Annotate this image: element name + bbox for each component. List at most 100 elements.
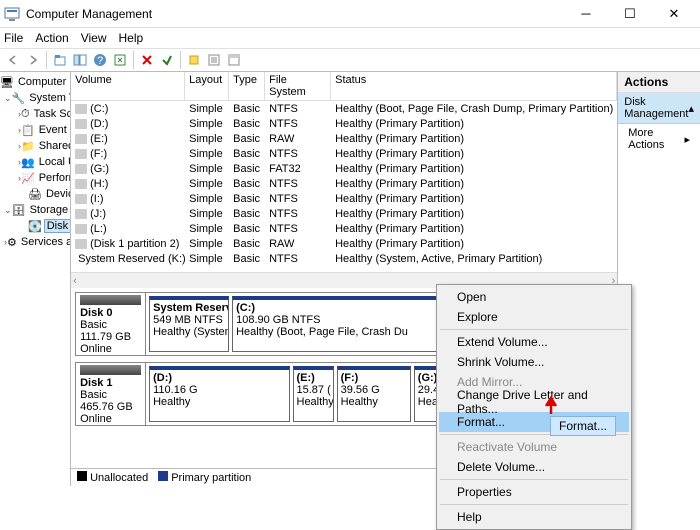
- tree-task-scheduler[interactable]: ›⏱Task Scheduler: [0, 106, 70, 122]
- volume-row[interactable]: (H:)SimpleBasicNTFSHealthy (Primary Part…: [71, 176, 617, 191]
- tree-system-tools[interactable]: ⌄🔧System Tools: [0, 90, 70, 106]
- delete-icon[interactable]: [138, 51, 156, 69]
- new-icon[interactable]: [185, 51, 203, 69]
- tree-storage[interactable]: ⌄🗄Storage: [0, 202, 70, 218]
- storage-icon: 🗄: [12, 203, 26, 217]
- volume-row[interactable]: (I:)SimpleBasicNTFSHealthy (Primary Part…: [71, 191, 617, 206]
- volume-row[interactable]: (E:)SimpleBasicRAWHealthy (Primary Parti…: [71, 131, 617, 146]
- drive-icon: [75, 209, 87, 219]
- drive-icon: [75, 224, 87, 234]
- detail-icon[interactable]: [225, 51, 243, 69]
- legend-primary-icon: [158, 471, 168, 481]
- tree-disk-management[interactable]: 💽Disk Management: [0, 218, 70, 234]
- show-hide-button[interactable]: [71, 51, 89, 69]
- toolbar: ?: [0, 48, 700, 72]
- tree-shared-folders[interactable]: ›📁Shared Folders: [0, 138, 70, 154]
- ctx-help[interactable]: Help: [439, 507, 629, 527]
- perf-icon: 📈: [21, 171, 35, 185]
- window-title: Computer Management: [26, 7, 564, 21]
- chevron-right-icon: ▸: [684, 133, 690, 146]
- maximize-button[interactable]: ☐: [608, 1, 652, 27]
- drive-icon: [75, 119, 87, 129]
- back-button[interactable]: [4, 51, 22, 69]
- disk-icon: 💽: [28, 219, 42, 233]
- volume-row[interactable]: (G:)SimpleBasicFAT32Healthy (Primary Par…: [71, 161, 617, 176]
- volume-row[interactable]: System Reserved (K:)SimpleBasicNTFSHealt…: [71, 251, 617, 266]
- disk-1-header[interactable]: Disk 1 Basic 465.76 GB Online: [76, 363, 146, 425]
- ctx-extend[interactable]: Extend Volume...: [439, 332, 629, 352]
- volume-row[interactable]: (Disk 1 partition 2)SimpleBasicRAWHealth…: [71, 236, 617, 251]
- folder-icon: 📁: [21, 139, 35, 153]
- tree-event-viewer[interactable]: ›📋Event Viewer: [0, 122, 70, 138]
- drive-icon: [75, 194, 87, 204]
- ctx-reactivate: Reactivate Volume: [439, 437, 629, 457]
- col-layout[interactable]: Layout: [185, 72, 229, 100]
- tree-services[interactable]: ›⚙Services and Applications: [0, 234, 70, 250]
- actions-more[interactable]: More Actions▸: [618, 124, 700, 154]
- drive-icon: [75, 134, 87, 144]
- tree-local-users[interactable]: ›👥Local Users and Groups: [0, 154, 70, 170]
- refresh-button[interactable]: [111, 51, 129, 69]
- svg-text:?: ?: [97, 55, 103, 67]
- forward-button[interactable]: [24, 51, 42, 69]
- tooltip: Format...: [550, 416, 616, 436]
- volume-row[interactable]: (F:)SimpleBasicNTFSHealthy (Primary Part…: [71, 146, 617, 161]
- drive-icon: [75, 179, 87, 189]
- menu-file[interactable]: File: [4, 31, 23, 45]
- properties-icon[interactable]: [158, 51, 176, 69]
- col-status[interactable]: Status: [331, 72, 617, 100]
- drive-icon: [75, 239, 87, 249]
- services-icon: ⚙: [7, 235, 17, 249]
- disk-0-header[interactable]: Disk 0 Basic 111.79 GB Online: [76, 293, 146, 355]
- tools-icon: 🔧: [12, 91, 26, 105]
- drive-icon: [75, 149, 87, 159]
- context-menu: Open Explore Extend Volume... Shrink Vol…: [436, 284, 632, 530]
- actions-header: Actions: [618, 72, 700, 93]
- volume-row[interactable]: (J:)SimpleBasicNTFSHealthy (Primary Part…: [71, 206, 617, 221]
- disk-1-part-f[interactable]: (F:)39.56 GHealthy: [337, 366, 411, 422]
- users-icon: 👥: [21, 155, 35, 169]
- device-icon: 🖨: [28, 187, 42, 201]
- ctx-change-letter[interactable]: Change Drive Letter and Paths...: [439, 392, 629, 412]
- tree-root[interactable]: 🖥Computer Management (Local: [0, 74, 70, 90]
- app-icon: [4, 6, 20, 22]
- close-button[interactable]: ✕: [652, 1, 696, 27]
- drive-icon: [75, 104, 87, 114]
- tree-performance[interactable]: ›📈Performance: [0, 170, 70, 186]
- ctx-delete[interactable]: Delete Volume...: [439, 457, 629, 477]
- help-button[interactable]: ?: [91, 51, 109, 69]
- disk-0-part-1[interactable]: System Reserve549 MB NTFSHealthy (System…: [149, 296, 229, 352]
- computer-icon: 🖥: [0, 75, 14, 89]
- collapse-icon: ▴: [688, 102, 694, 115]
- ctx-open[interactable]: Open: [439, 287, 629, 307]
- event-icon: 📋: [21, 123, 35, 137]
- menu-bar: File Action View Help: [0, 28, 700, 48]
- clock-icon: ⏱: [21, 107, 30, 121]
- minimize-button[interactable]: ─: [564, 1, 608, 27]
- col-type[interactable]: Type: [229, 72, 265, 100]
- volume-row[interactable]: (L:)SimpleBasicNTFSHealthy (Primary Part…: [71, 221, 617, 236]
- volume-table-header[interactable]: Volume Layout Type File System Status: [71, 72, 617, 101]
- col-fs[interactable]: File System: [265, 72, 331, 100]
- cursor-arrow-icon: [542, 392, 560, 416]
- up-button[interactable]: [51, 51, 69, 69]
- ctx-properties[interactable]: Properties: [439, 482, 629, 502]
- menu-action[interactable]: Action: [35, 31, 68, 45]
- title-bar: Computer Management ─ ☐ ✕: [0, 0, 700, 28]
- disk-1-part-e[interactable]: (E:)15.87 (Healthy: [293, 366, 334, 422]
- volume-table[interactable]: Volume Layout Type File System Status (C…: [71, 72, 617, 272]
- volume-row[interactable]: (D:)SimpleBasicNTFSHealthy (Primary Part…: [71, 116, 617, 131]
- legend-unallocated-icon: [77, 471, 87, 481]
- disk-1-part-d[interactable]: (D:)110.16 GHealthy: [149, 366, 289, 422]
- menu-view[interactable]: View: [81, 31, 107, 45]
- nav-tree[interactable]: 🖥Computer Management (Local ⌄🔧System Too…: [0, 72, 71, 486]
- ctx-shrink[interactable]: Shrink Volume...: [439, 352, 629, 372]
- list-icon[interactable]: [205, 51, 223, 69]
- actions-disk-management[interactable]: Disk Management▴: [618, 93, 700, 124]
- col-volume[interactable]: Volume: [71, 72, 185, 100]
- drive-icon: [75, 164, 87, 174]
- volume-row[interactable]: (C:)SimpleBasicNTFSHealthy (Boot, Page F…: [71, 101, 617, 116]
- menu-help[interactable]: Help: [119, 31, 144, 45]
- ctx-explore[interactable]: Explore: [439, 307, 629, 327]
- tree-device-manager[interactable]: 🖨Device Manager: [0, 186, 70, 202]
